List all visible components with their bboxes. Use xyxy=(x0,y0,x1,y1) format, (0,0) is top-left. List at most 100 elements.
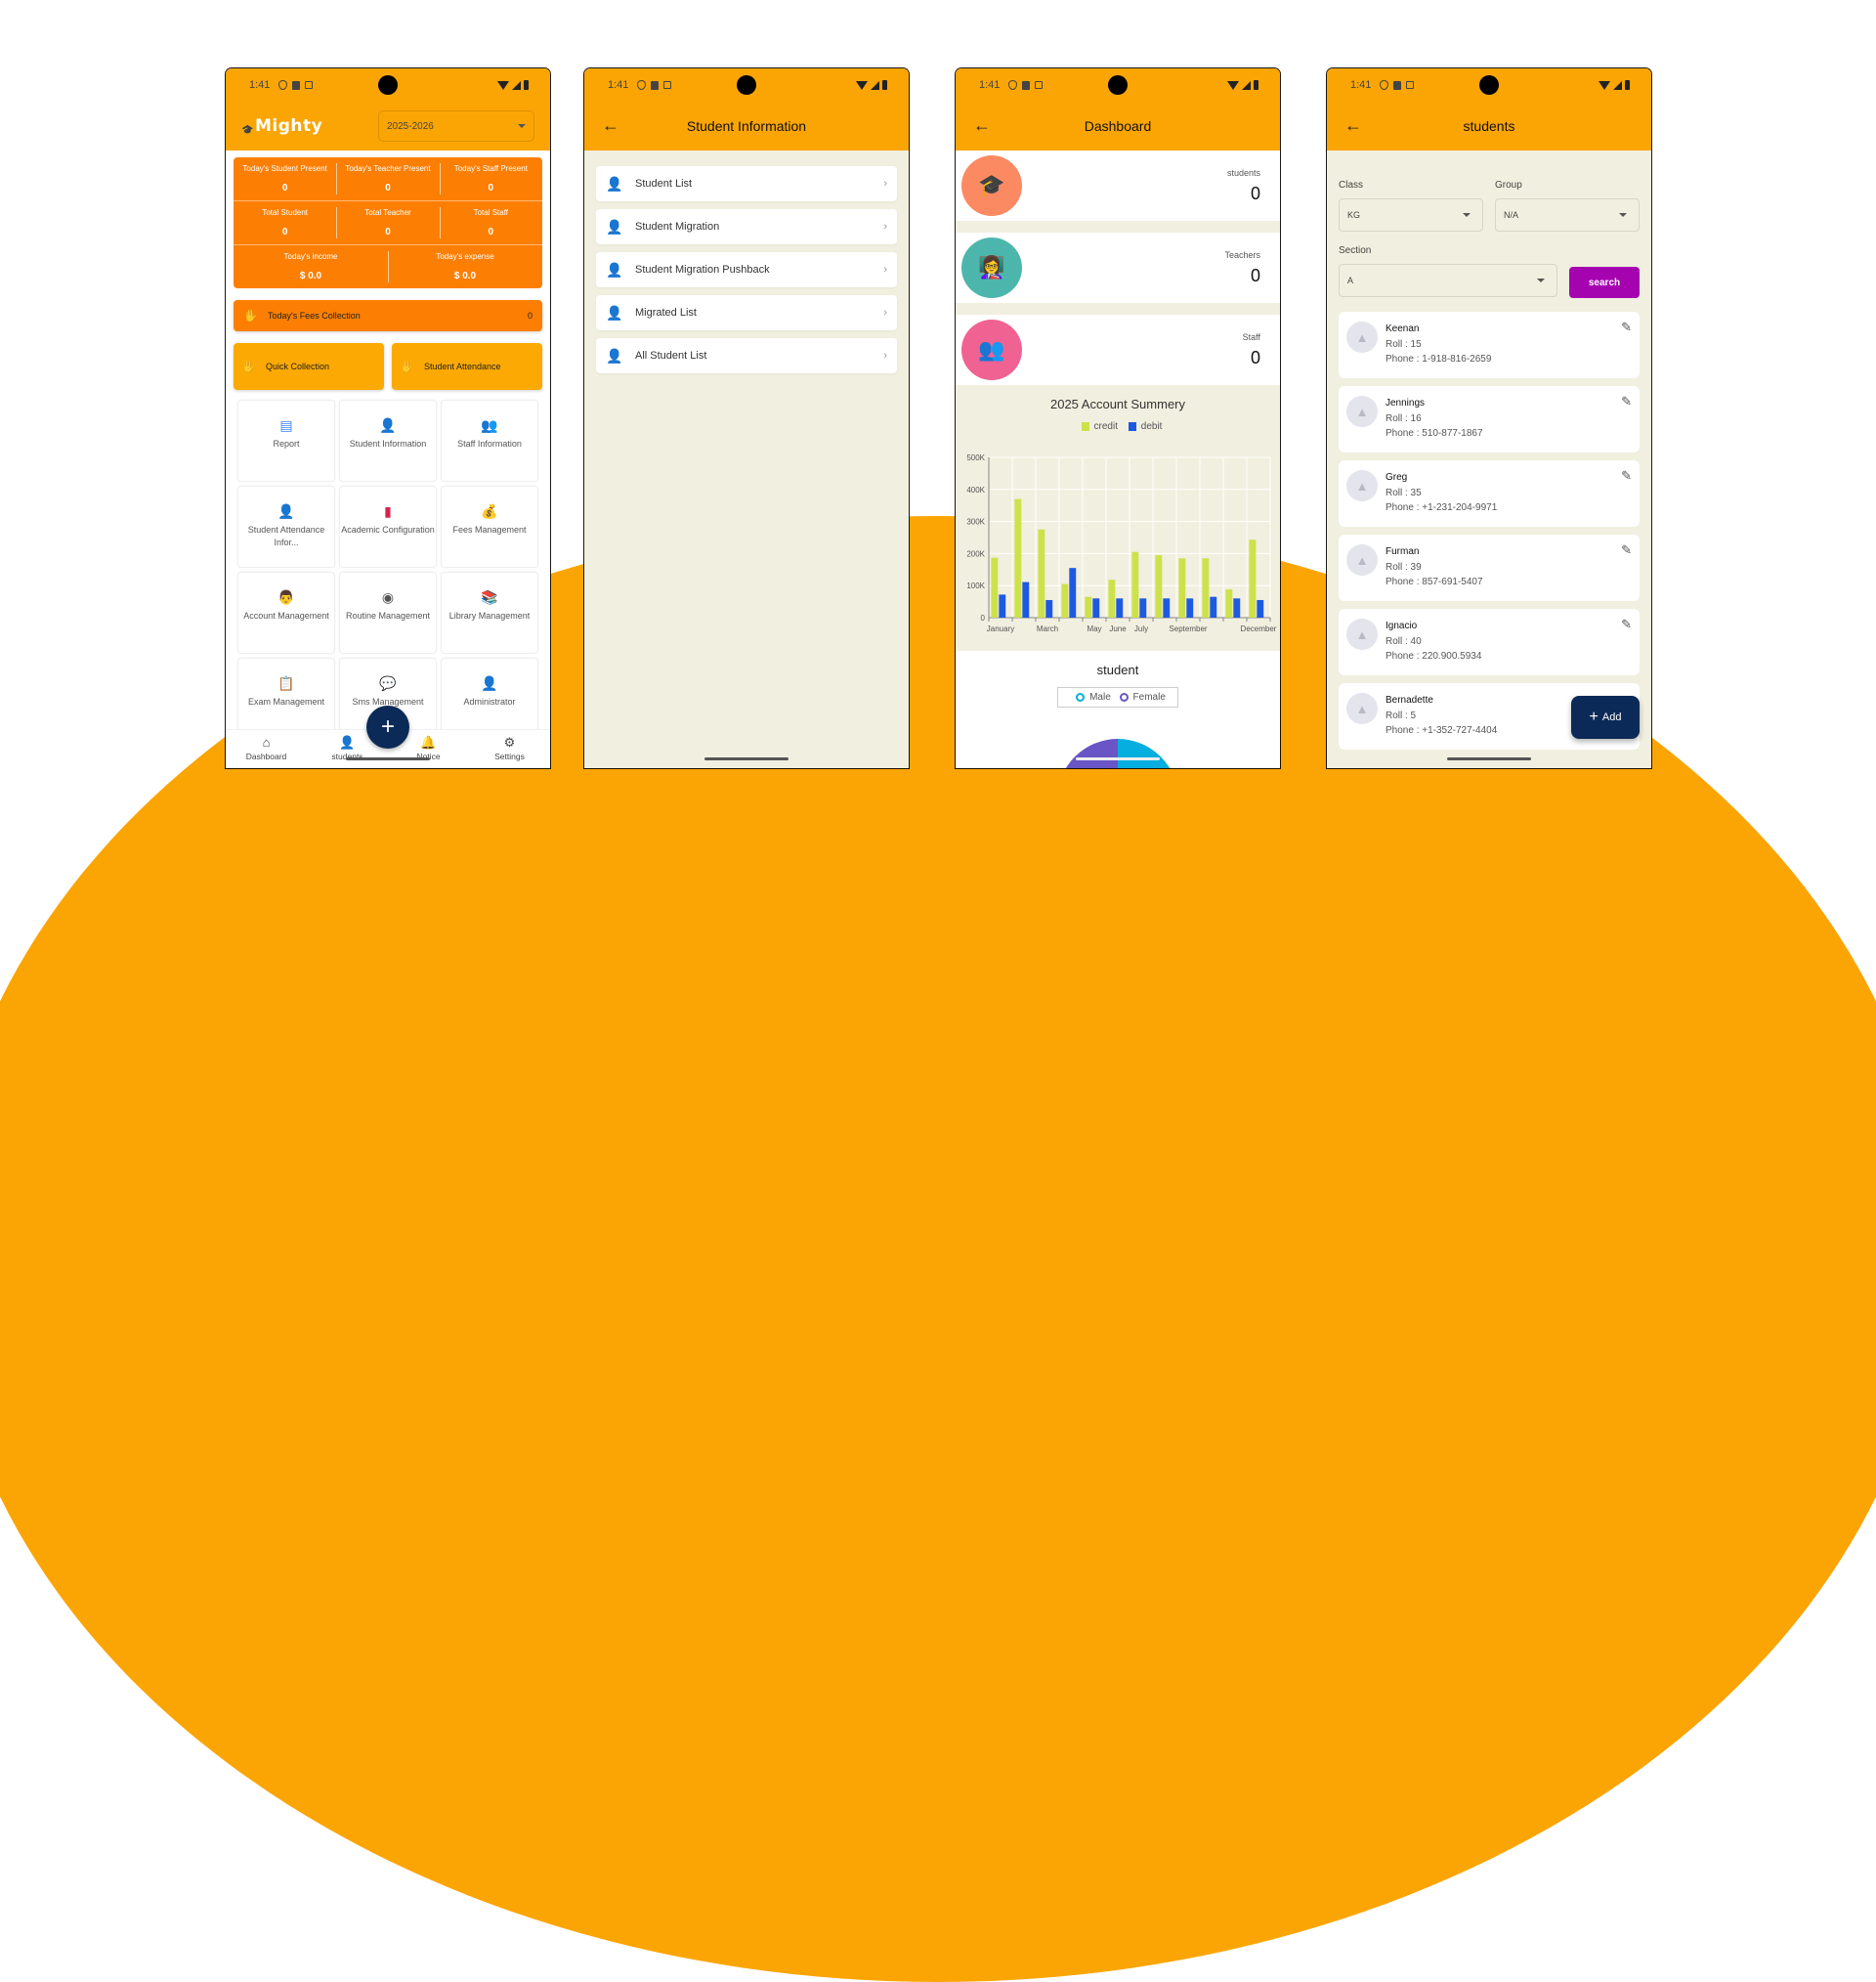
credit-legend-swatch xyxy=(1081,421,1089,431)
student-info-menu: 👤 Student List › 👤 Student Migration › 👤 Stud… xyxy=(584,151,909,373)
home-indicator[interactable] xyxy=(1447,757,1531,760)
shield-icon xyxy=(278,80,288,90)
section-select[interactable]: A xyxy=(1339,264,1557,297)
student-phone: Phone : 857-691-5407 xyxy=(1386,577,1483,587)
back-arrow-icon[interactable]: ← xyxy=(602,115,619,136)
menu-student-migration[interactable]: 👤 Student Migration › xyxy=(596,209,897,244)
page-title: students xyxy=(1463,118,1515,134)
edit-icon[interactable]: ✎ xyxy=(1621,320,1632,335)
student-card[interactable]: ▲ Furman Roll : 39 Phone : 857-691-5407 ✎ xyxy=(1339,535,1640,601)
nav-dashboard[interactable]: ⌂ Dashboard xyxy=(226,730,307,768)
status-time: 1:41 xyxy=(608,79,629,91)
student-attendance-button[interactable]: ✋ Student Attendance xyxy=(392,343,542,390)
notification-icon xyxy=(1406,81,1415,89)
section-label: Section xyxy=(1339,245,1372,256)
student-phone: Phone : 1-918-816-2659 xyxy=(1386,354,1492,365)
status-bar: 1:41 xyxy=(1327,68,1651,102)
group-select[interactable]: N/A xyxy=(1495,198,1640,232)
add-student-button[interactable]: + Add xyxy=(1571,696,1640,739)
debit-legend-swatch xyxy=(1128,421,1136,431)
stat-cell: Total Teacher 0 xyxy=(336,201,439,244)
avatar-placeholder-icon: ▲ xyxy=(1346,619,1378,650)
tile-routine-management[interactable]: ◉ Routine Management xyxy=(339,572,437,654)
bar-debit xyxy=(1257,599,1264,618)
camera-cutout xyxy=(737,75,756,95)
session-year-select[interactable]: 2025-2026 xyxy=(378,110,534,142)
student-name: Keenan xyxy=(1386,323,1420,334)
appbar: ← Student Information xyxy=(584,102,909,151)
add-label: Add xyxy=(1601,711,1622,723)
bar-credit xyxy=(1249,539,1257,618)
admin-icon: 👤 xyxy=(481,675,498,691)
dropdown-caret-icon xyxy=(1463,213,1471,217)
bar-credit xyxy=(1155,555,1163,618)
class-select[interactable]: KG xyxy=(1339,198,1483,232)
tile-account-management[interactable]: 👨 Account Management xyxy=(237,572,335,654)
routine-icon: ◉ xyxy=(381,589,395,605)
bar-credit xyxy=(1131,551,1139,618)
edit-icon[interactable]: ✎ xyxy=(1621,617,1632,632)
staff-icon: 👥 xyxy=(961,320,1022,380)
chevron-right-icon: › xyxy=(883,264,887,276)
edit-icon[interactable]: ✎ xyxy=(1621,394,1632,409)
menu-student-migration-pushback[interactable]: 👤 Student Migration Pushback › xyxy=(596,252,897,287)
tile-library-management[interactable]: 📚 Library Management xyxy=(441,572,538,654)
tile-student-information[interactable]: 👤 Student Information xyxy=(339,400,437,482)
camera-cutout xyxy=(378,75,398,95)
tile-administrator[interactable]: 👤 Administrator xyxy=(441,658,538,740)
home-icon: ⌂ xyxy=(262,735,271,750)
account-icon: 👨 xyxy=(277,589,295,605)
tile-label: Report xyxy=(273,439,300,449)
wifi-icon xyxy=(1599,80,1610,90)
add-fab-button[interactable]: + xyxy=(366,706,409,749)
legend-credit: credit xyxy=(1093,421,1118,432)
menu-student-list[interactable]: 👤 Student List › xyxy=(596,166,897,201)
y-tick-label: 500K xyxy=(966,453,985,462)
edit-icon[interactable]: ✎ xyxy=(1621,468,1632,484)
back-arrow-icon[interactable]: ← xyxy=(1344,115,1362,136)
module-grid: ▤ Report 👤 Student Information 👥 Staff Info… xyxy=(237,400,538,740)
appbar: ← Dashboard xyxy=(956,102,1280,151)
search-button[interactable]: search xyxy=(1569,267,1640,298)
tile-staff-information[interactable]: 👥 Staff Information xyxy=(441,400,538,482)
home-indicator[interactable] xyxy=(346,757,430,760)
student-card[interactable]: ▲ Greg Roll : 35 Phone : +1-231-204-9971 ✎ xyxy=(1339,460,1640,527)
stat-cell: Total Staff 0 xyxy=(439,201,542,244)
tile-exam-management[interactable]: 📋 Exam Management xyxy=(237,658,335,740)
student-card[interactable]: ▲ Keenan Roll : 15 Phone : 1-918-816-2659 ✎ xyxy=(1339,312,1640,378)
money-hand-icon: ✋ xyxy=(400,360,414,373)
signal-icon xyxy=(871,80,879,90)
menu-all-student-list[interactable]: 👤 All Student List › xyxy=(596,338,897,373)
phone-home-screen: 1:41 🎓 Mighty 2025-2026 Today's Student P… xyxy=(226,68,550,768)
student-filters: Class KG Group N/A Section A search xyxy=(1327,151,1651,298)
quick-collection-button[interactable]: ✋ Quick Collection xyxy=(234,343,384,390)
status-bar: 1:41 xyxy=(226,68,550,102)
tile-academic-configuration[interactable]: ▮ Academic Configuration xyxy=(339,486,437,568)
student-roll: Roll : 15 xyxy=(1386,338,1422,350)
back-arrow-icon[interactable]: ← xyxy=(973,115,991,136)
nav-settings[interactable]: ⚙ Settings xyxy=(469,730,550,768)
female-legend-icon xyxy=(1119,692,1129,702)
sd-card-icon xyxy=(292,80,301,90)
legend-debit: debit xyxy=(1140,421,1163,432)
avatar-placeholder-icon: ▲ xyxy=(1346,693,1378,724)
student-card[interactable]: ▲ Jennings Roll : 16 Phone : 510-877-1867 ✎ xyxy=(1339,386,1640,452)
menu-migrated-list[interactable]: 👤 Migrated List › xyxy=(596,295,897,330)
tile-fees-management[interactable]: 💰 Fees Management xyxy=(441,486,538,568)
battery-icon xyxy=(524,80,529,90)
edit-icon[interactable]: ✎ xyxy=(1621,542,1632,558)
tile-label: Staff Information xyxy=(457,439,522,449)
stat-label: Today's Staff Present xyxy=(453,164,528,173)
home-indicator[interactable] xyxy=(704,757,789,760)
wifi-icon xyxy=(856,80,868,90)
stat-label: Today's Teacher Present xyxy=(345,164,431,173)
student-attendance-label: Student Attendance xyxy=(423,362,501,371)
group-label: Group xyxy=(1495,180,1522,191)
male-legend-icon xyxy=(1076,692,1086,702)
student-card[interactable]: ▲ Ignacio Roll : 40 Phone : 220.900.5934 ✎ xyxy=(1339,609,1640,675)
home-indicator[interactable] xyxy=(1076,757,1160,760)
tile-student-attendance[interactable]: 👤 Student Attendance Infor... xyxy=(237,486,335,568)
app-logo: 🎓 Mighty xyxy=(241,116,322,136)
todays-fees-collection[interactable]: ✋ Today's Fees Collection 0 xyxy=(234,300,542,331)
tile-report[interactable]: ▤ Report xyxy=(237,400,335,482)
